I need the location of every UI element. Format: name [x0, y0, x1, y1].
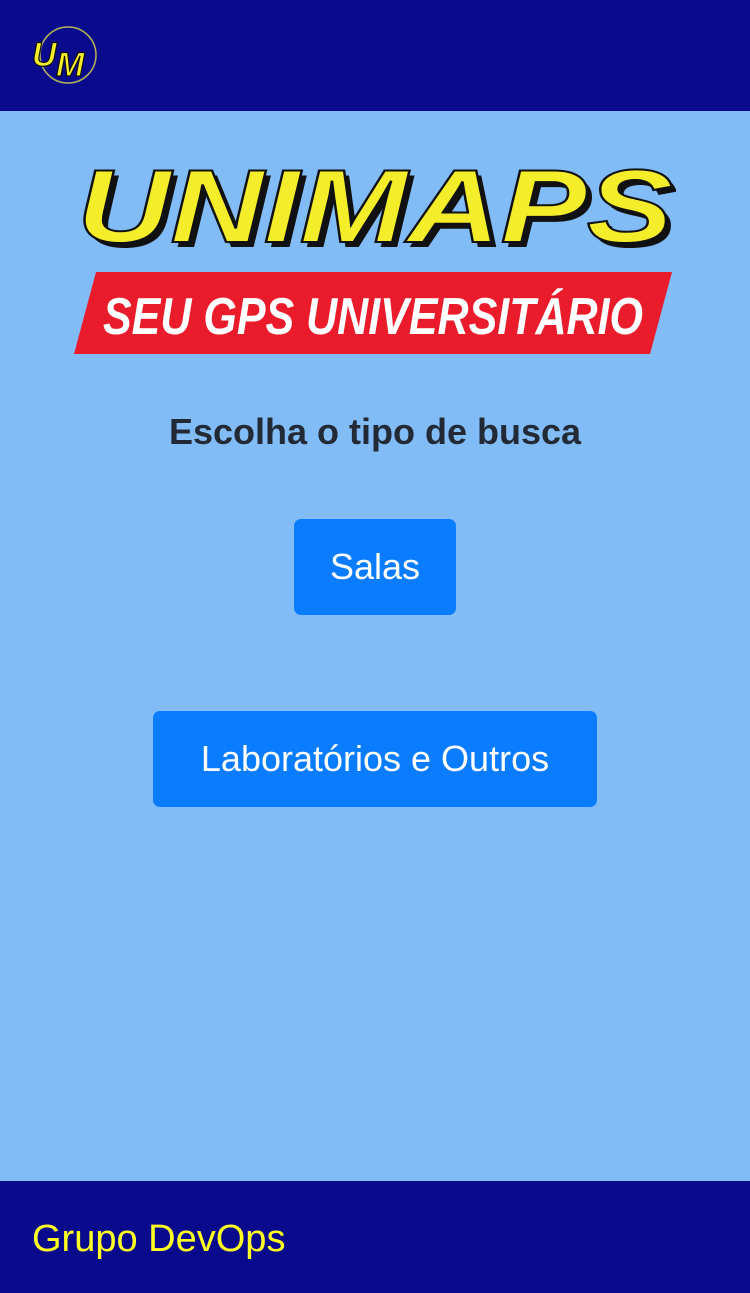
salas-button[interactable]: Salas: [294, 519, 456, 615]
footer-bar: Grupo DevOps: [0, 1181, 750, 1293]
page-heading: Escolha o tipo de busca: [168, 411, 582, 452]
unimaps-logo: UNIMAPS UNIMAPS SEU GPS UNIVERSITÁRIO: [74, 150, 676, 360]
svg-text:M: M: [56, 46, 85, 84]
footer-text: Grupo DevOps: [32, 1218, 286, 1260]
tagline-text: SEU GPS UNIVERSITÁRIO: [103, 288, 643, 346]
svg-text:U: U: [32, 36, 58, 74]
um-logo-icon[interactable]: U M: [30, 24, 104, 86]
laboratorios-button[interactable]: Laboratórios e Outros: [153, 711, 597, 807]
top-bar: U M: [0, 0, 750, 111]
brand-title: UNIMAPS: [77, 150, 673, 265]
